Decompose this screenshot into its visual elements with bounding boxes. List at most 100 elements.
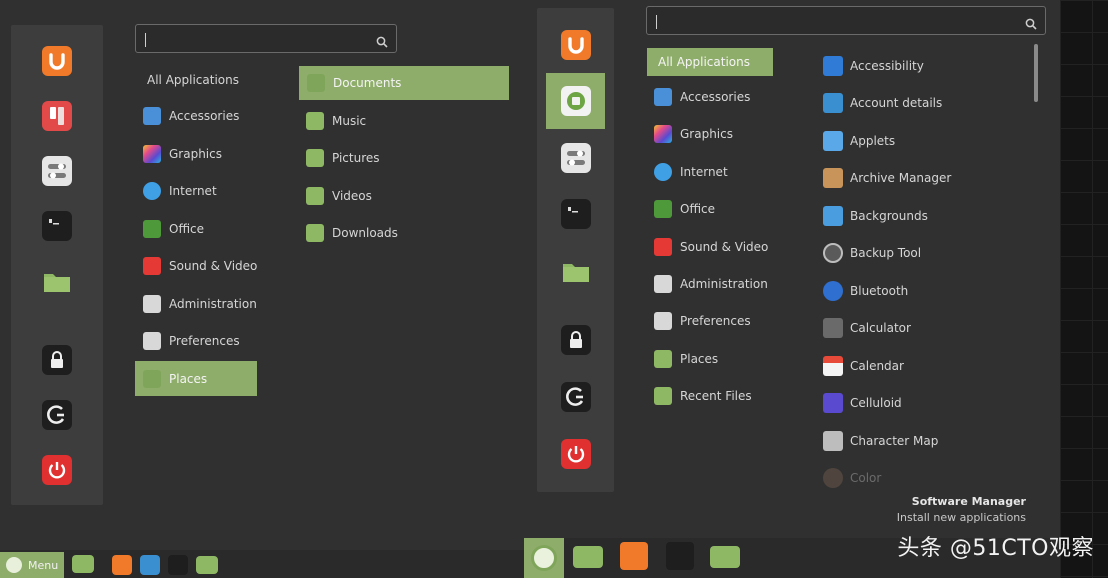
recent-files-icon bbox=[654, 387, 672, 405]
color-icon bbox=[823, 468, 843, 488]
downloads-folder-icon bbox=[306, 224, 324, 242]
logout-icon[interactable] bbox=[561, 382, 591, 412]
category-accessories[interactable]: Accessories bbox=[654, 87, 750, 107]
logout-icon[interactable] bbox=[42, 400, 72, 430]
celluloid-icon bbox=[823, 393, 843, 413]
category-recent-files[interactable]: Recent Files bbox=[654, 386, 752, 406]
software-manager-icon[interactable] bbox=[42, 46, 72, 76]
shutdown-icon[interactable] bbox=[561, 439, 591, 469]
taskbar-update-icon[interactable] bbox=[140, 555, 160, 575]
taskbar-software-manager-icon[interactable] bbox=[112, 555, 132, 575]
graphics-icon bbox=[654, 125, 672, 143]
taskbar-software-manager-icon[interactable] bbox=[620, 542, 648, 570]
app-accessibility[interactable]: Accessibility bbox=[823, 55, 924, 77]
taskbar-files-folder-icon[interactable] bbox=[72, 555, 94, 573]
files-folder-icon[interactable] bbox=[561, 256, 591, 286]
accessories-icon bbox=[143, 107, 161, 125]
internet-icon bbox=[143, 182, 161, 200]
app-color[interactable]: Color bbox=[823, 467, 881, 489]
music-folder-icon bbox=[306, 112, 324, 130]
files-folder-icon[interactable] bbox=[42, 266, 72, 296]
system-settings-icon[interactable] bbox=[561, 143, 591, 173]
menu-button[interactable]: Menu bbox=[0, 552, 64, 578]
taskbar-terminal-icon[interactable] bbox=[666, 542, 694, 570]
lock-screen-icon[interactable] bbox=[42, 345, 72, 375]
search-icon bbox=[1025, 15, 1037, 30]
system-settings-icon[interactable] bbox=[42, 156, 72, 186]
taskbar-folder-icon[interactable] bbox=[196, 556, 218, 574]
accessibility-icon bbox=[823, 56, 843, 76]
documents-folder-icon bbox=[307, 74, 325, 92]
app-celluloid[interactable]: Celluloid bbox=[823, 392, 902, 414]
category-internet[interactable]: Internet bbox=[654, 162, 728, 182]
place-pictures[interactable]: Pictures bbox=[306, 148, 380, 168]
taskbar-terminal-icon[interactable] bbox=[168, 555, 188, 575]
lock-screen-icon[interactable] bbox=[561, 325, 591, 355]
category-accessories[interactable]: Accessories bbox=[143, 106, 239, 126]
sound-video-icon bbox=[143, 257, 161, 275]
menu-button-right[interactable] bbox=[524, 538, 564, 578]
category-preferences[interactable]: Preferences bbox=[654, 311, 751, 331]
place-music[interactable]: Music bbox=[306, 111, 366, 131]
watermark: 头条 @51CTO观察 bbox=[897, 536, 1094, 561]
character-map-icon bbox=[823, 431, 843, 451]
category-administration[interactable]: Administration bbox=[143, 294, 257, 314]
app-archive-manager[interactable]: Archive Manager bbox=[823, 167, 951, 189]
graphics-icon bbox=[143, 145, 161, 163]
text-cursor bbox=[656, 15, 657, 29]
app-account-details[interactable]: Account details bbox=[823, 92, 942, 114]
app-info-title: Software Manager bbox=[911, 495, 1026, 508]
mint-update-icon[interactable] bbox=[561, 86, 591, 116]
administration-icon bbox=[143, 295, 161, 313]
category-sound-video[interactable]: Sound & Video bbox=[143, 256, 257, 276]
category-office[interactable]: Office bbox=[654, 199, 715, 219]
category-sound-video[interactable]: Sound & Video bbox=[654, 237, 768, 257]
places-icon bbox=[654, 350, 672, 368]
pictures-folder-icon bbox=[306, 149, 324, 167]
apps-scrollbar[interactable] bbox=[1034, 44, 1038, 102]
app-info-description: Install new applications bbox=[896, 511, 1026, 524]
app-backup-tool[interactable]: Backup Tool bbox=[823, 242, 921, 264]
software-manager-icon[interactable] bbox=[561, 30, 591, 60]
category-administration[interactable]: Administration bbox=[654, 274, 768, 294]
search-box[interactable] bbox=[135, 24, 397, 53]
account-details-icon bbox=[823, 93, 843, 113]
category-internet[interactable]: Internet bbox=[143, 181, 217, 201]
app-calculator[interactable]: Calculator bbox=[823, 317, 911, 339]
terminal-icon[interactable] bbox=[42, 211, 72, 241]
category-all-applications[interactable]: All Applications bbox=[147, 73, 239, 87]
search-icon bbox=[376, 33, 388, 48]
category-preferences[interactable]: Preferences bbox=[143, 331, 240, 351]
place-videos[interactable]: Videos bbox=[306, 186, 372, 206]
calculator-icon bbox=[823, 318, 843, 338]
app-bluetooth[interactable]: Bluetooth bbox=[823, 280, 908, 302]
category-places[interactable]: Places bbox=[135, 361, 257, 396]
office-icon bbox=[654, 200, 672, 218]
search-box-right[interactable] bbox=[646, 6, 1046, 35]
app-applets[interactable]: Applets bbox=[823, 130, 895, 152]
app-calendar[interactable]: Calendar bbox=[823, 355, 904, 377]
linux-mint-logo-icon bbox=[531, 545, 557, 571]
place-documents[interactable]: Documents bbox=[299, 66, 509, 100]
sound-video-icon bbox=[654, 238, 672, 256]
taskbar-folder-icon[interactable] bbox=[710, 546, 740, 568]
update-manager-icon[interactable] bbox=[42, 101, 72, 131]
taskbar-files-folder-icon[interactable] bbox=[573, 546, 603, 568]
category-places[interactable]: Places bbox=[654, 349, 718, 369]
linux-mint-logo-icon bbox=[6, 557, 22, 573]
internet-icon bbox=[654, 163, 672, 181]
app-backgrounds[interactable]: Backgrounds bbox=[823, 205, 928, 227]
category-all-applications[interactable]: All Applications bbox=[647, 48, 773, 76]
app-character-map[interactable]: Character Map bbox=[823, 430, 938, 452]
category-graphics[interactable]: Graphics bbox=[654, 124, 733, 144]
place-downloads[interactable]: Downloads bbox=[306, 223, 398, 243]
category-graphics[interactable]: Graphics bbox=[143, 144, 222, 164]
terminal-icon[interactable] bbox=[561, 199, 591, 229]
shutdown-icon[interactable] bbox=[42, 455, 72, 485]
category-office[interactable]: Office bbox=[143, 219, 204, 239]
videos-folder-icon bbox=[306, 187, 324, 205]
desktop-background bbox=[1060, 0, 1108, 578]
backgrounds-icon bbox=[823, 206, 843, 226]
preferences-icon bbox=[654, 312, 672, 330]
places-icon bbox=[143, 369, 161, 388]
